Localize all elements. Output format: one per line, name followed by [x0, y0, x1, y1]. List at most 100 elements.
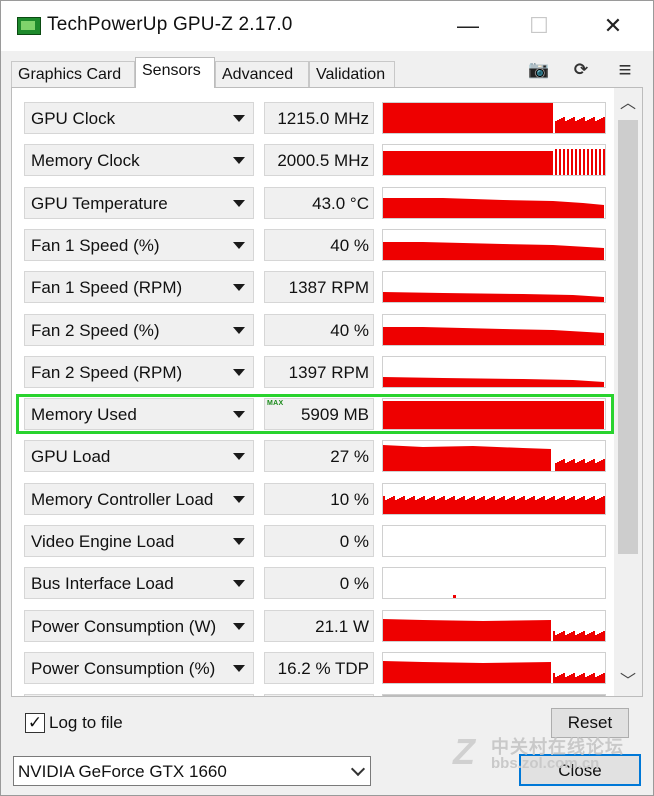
sensor-selector[interactable]: Memory Used	[24, 398, 254, 430]
sensor-value-box[interactable]: 0 %	[264, 525, 374, 557]
sensor-row: Bus Interface Load 0 %	[24, 567, 608, 599]
sensor-name: Video Engine Load	[31, 532, 175, 551]
dropdown-arrow-icon[interactable]	[233, 580, 245, 587]
sensor-value-box[interactable]: 1397 RPM	[264, 356, 374, 388]
sensor-row: Memory Controller Load 10 %	[24, 483, 608, 515]
sensor-value-box[interactable]: 0 %	[264, 567, 374, 599]
maximize-button[interactable]: ☐	[515, 7, 563, 45]
sensor-graph	[382, 567, 606, 599]
dropdown-arrow-icon[interactable]	[233, 538, 245, 545]
sensor-value-box[interactable]: 2000.5 MHz	[264, 144, 374, 176]
dropdown-arrow-icon[interactable]	[233, 115, 245, 122]
minimize-button[interactable]: —	[444, 7, 492, 45]
dropdown-arrow-icon[interactable]	[233, 327, 245, 334]
sensor-name: Bus Interface Load	[31, 574, 174, 593]
sensor-name: Fan 1 Speed (%)	[31, 236, 160, 255]
log-to-file-checkbox[interactable]: ✓	[25, 713, 45, 733]
sensor-value-box[interactable]: 40 %	[264, 229, 374, 261]
sensor-value-box[interactable]: 27 %	[264, 440, 374, 472]
sensor-value: 1387 RPM	[288, 278, 369, 297]
sensor-selector[interactable]: GPU Temperature	[24, 187, 254, 219]
scrollbar-thumb[interactable]	[618, 120, 638, 554]
sensor-selector[interactable]: Fan 2 Speed (%)	[24, 314, 254, 346]
sensor-value: 16.2 % TDP	[277, 659, 369, 678]
sensor-row: GPU Temperature 43.0 °C	[24, 187, 608, 219]
zol-logo-icon: Z	[453, 731, 475, 772]
sensor-value-box[interactable]: 1387 RPM	[264, 271, 374, 303]
sensor-name: Memory Used	[31, 405, 137, 424]
sensor-name: Power Consumption (W)	[31, 617, 217, 636]
sensor-row: Power Consumption (%) 16.2 % TDP	[24, 652, 608, 684]
dropdown-arrow-icon[interactable]	[233, 369, 245, 376]
sensor-value: 21.1 W	[315, 617, 369, 636]
sensor-graph	[382, 271, 606, 303]
sensor-selector[interactable]: Video Engine Load	[24, 525, 254, 557]
sensor-row: GPU Load 27 %	[24, 440, 608, 472]
sensor-graph	[382, 525, 606, 557]
tab-graphics-card[interactable]: Graphics Card	[11, 61, 135, 87]
sensor-value-box[interactable]: MAX 5909 MB	[264, 398, 374, 430]
sensor-value-box[interactable]: 16.2 % TDP	[264, 652, 374, 684]
sensor-selector[interactable]: Memory Clock	[24, 144, 254, 176]
scroll-down-icon[interactable]: ﹀	[614, 668, 642, 696]
dropdown-arrow-icon[interactable]	[233, 665, 245, 672]
sensor-value: 2000.5 MHz	[277, 151, 369, 170]
sensor-selector[interactable]: Fan 1 Speed (RPM)	[24, 271, 254, 303]
sensor-graph	[382, 398, 606, 430]
sensor-graph	[382, 356, 606, 388]
dropdown-arrow-icon[interactable]	[233, 623, 245, 630]
sensor-selector[interactable]: Fan 1 Speed (%)	[24, 229, 254, 261]
scroll-up-icon[interactable]: ︿	[614, 90, 642, 118]
sensor-value-box[interactable]: 43.0 °C	[264, 187, 374, 219]
tab-sensors[interactable]: Sensors	[135, 57, 215, 88]
sensor-row: Fan 2 Speed (%) 40 %	[24, 314, 608, 346]
dropdown-arrow-icon[interactable]	[233, 200, 245, 207]
menu-icon[interactable]: ≡	[613, 59, 637, 81]
dropdown-arrow-icon[interactable]	[233, 411, 245, 418]
sensor-name: Fan 1 Speed (RPM)	[31, 278, 183, 297]
sensor-graph	[382, 187, 606, 219]
sensor-value-box[interactable]: 21.1 W	[264, 610, 374, 642]
gpuz-window: TechPowerUp GPU-Z 2.17.0 — ☐ ✕ Graphics …	[0, 0, 654, 796]
sensor-row: Memory Used MAX 5909 MB	[24, 398, 608, 430]
sensors-panel: GPU Clock 1215.0 MHz Memory Clock 2000.5 MH…	[11, 87, 643, 697]
close-window-button[interactable]: ✕	[589, 7, 637, 45]
dropdown-arrow-icon[interactable]	[233, 496, 245, 503]
tab-validation[interactable]: Validation	[309, 61, 395, 87]
sensor-graph	[382, 102, 606, 134]
refresh-icon[interactable]: ⟳	[569, 59, 593, 81]
title-bar: TechPowerUp GPU-Z 2.17.0 — ☐ ✕	[1, 1, 653, 51]
sensor-selector[interactable]: Power Consumption (%)	[24, 652, 254, 684]
sensor-row: GPU Clock 1215.0 MHz	[24, 102, 608, 134]
vertical-scrollbar[interactable]: ︿ ﹀	[614, 88, 642, 696]
sensor-value-box[interactable]: 40 %	[264, 314, 374, 346]
dropdown-arrow-icon[interactable]	[233, 157, 245, 164]
sensor-name: Power Consumption (%)	[31, 659, 216, 678]
sensor-row	[24, 694, 608, 696]
sensor-selector[interactable]: Fan 2 Speed (RPM)	[24, 356, 254, 388]
sensor-value-box[interactable]: 1215.0 MHz	[264, 102, 374, 134]
sensor-selector[interactable]: Bus Interface Load	[24, 567, 254, 599]
sensor-value: 5909 MB	[300, 405, 369, 424]
sensor-name: Fan 2 Speed (RPM)	[31, 363, 183, 382]
sensor-value-box[interactable]	[264, 694, 374, 696]
gpuz-app-icon	[17, 17, 41, 35]
sensor-selector[interactable]: Memory Controller Load	[24, 483, 254, 515]
sensor-selector[interactable]: GPU Clock	[24, 102, 254, 134]
sensor-selector[interactable]: GPU Load	[24, 440, 254, 472]
dropdown-arrow-icon[interactable]	[233, 242, 245, 249]
sensor-value-box[interactable]: 10 %	[264, 483, 374, 515]
sensor-selector[interactable]	[24, 694, 254, 696]
tab-advanced[interactable]: Advanced	[215, 61, 309, 87]
sensor-value: 27 %	[330, 447, 369, 466]
sensor-selector[interactable]: Power Consumption (W)	[24, 610, 254, 642]
sensor-graph	[382, 694, 606, 696]
dropdown-arrow-icon[interactable]	[233, 453, 245, 460]
sensor-graph	[382, 314, 606, 346]
camera-icon[interactable]: 📷	[527, 59, 551, 81]
sensor-graph	[382, 483, 606, 515]
gpu-select[interactable]: NVIDIA GeForce GTX 1660	[13, 756, 371, 786]
sensor-value: 1215.0 MHz	[277, 109, 369, 128]
sensor-name: Fan 2 Speed (%)	[31, 321, 160, 340]
dropdown-arrow-icon[interactable]	[233, 284, 245, 291]
